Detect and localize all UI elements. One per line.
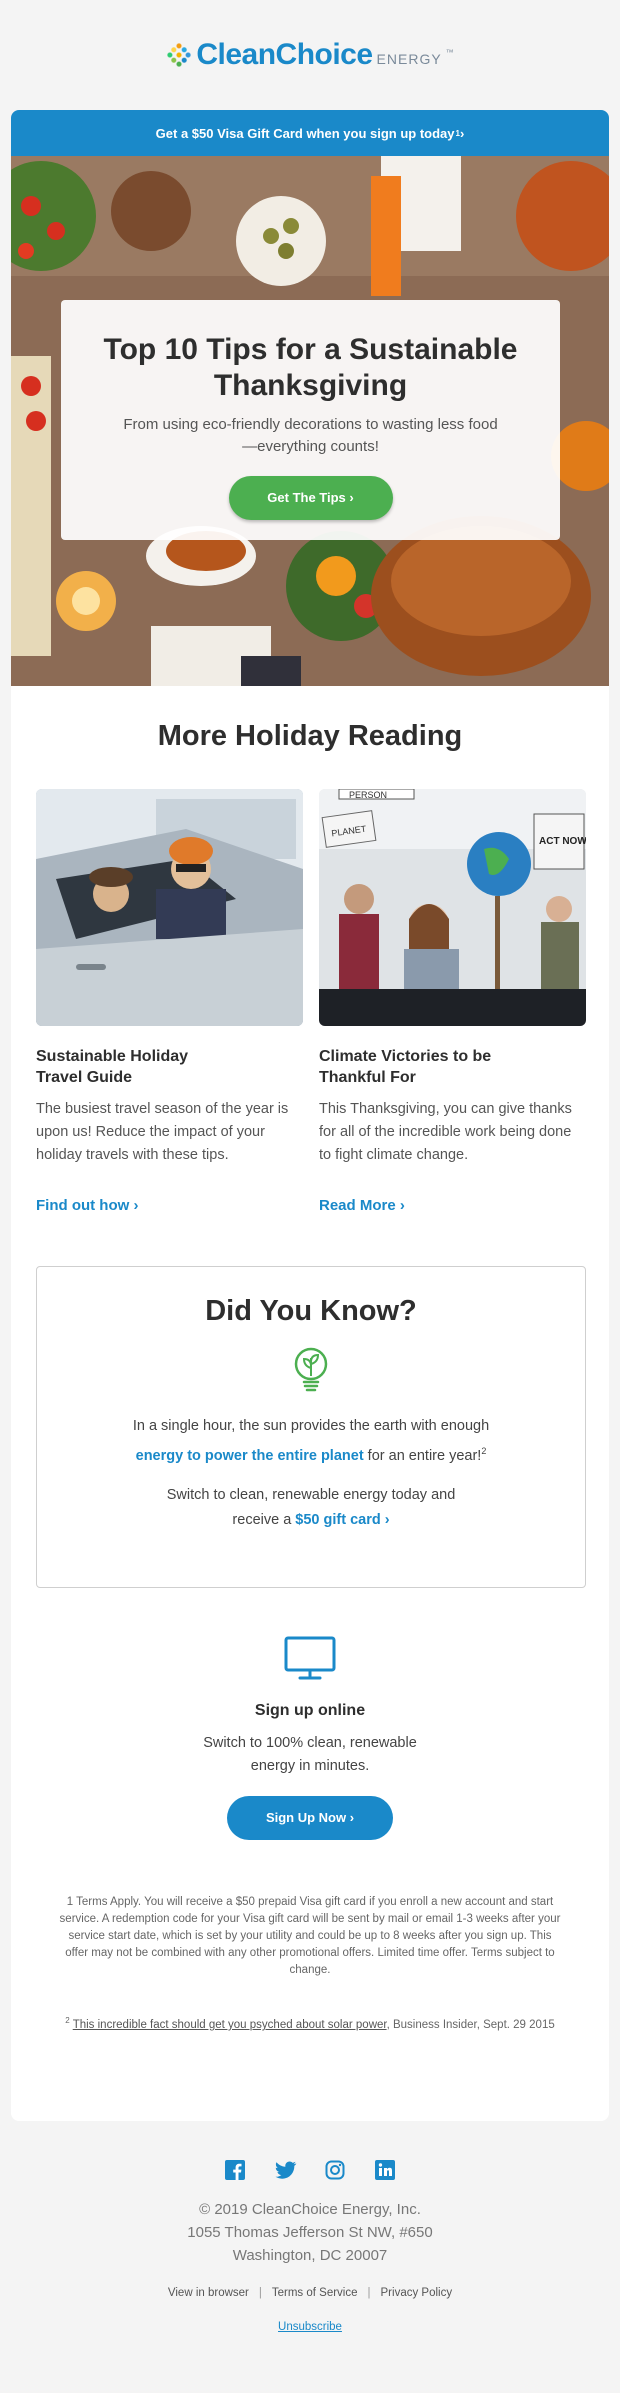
signup-title: Sign up online [254, 1702, 366, 1719]
hero-content-box: Top 10 Tips for a Sustainable Thanksgivi… [61, 300, 560, 540]
instagram-icon[interactable] [325, 2160, 345, 2180]
email-header: CleanChoice ENERGY ™ [0, 0, 620, 110]
unsubscribe-link[interactable]: Unsubscribe [0, 2321, 620, 2333]
address-line-2: Washington, DC 20007 [232, 2247, 388, 2264]
hero-title: Top 10 Tips for a Sustainable Thanksgivi… [103, 333, 518, 402]
privacy-policy-link[interactable]: Privacy Policy [381, 2287, 453, 2299]
copyright: © 2019 CleanChoice Energy, Inc. [199, 2201, 421, 2218]
content-card: More Holiday Reading Sustainable Holiday… [11, 686, 609, 2121]
did-you-know-title: Did You Know? [205, 1295, 417, 1327]
sign-act-now: ACT NOW [539, 836, 586, 847]
climate-article-text: This Thanksgiving, you can give thanks f… [319, 1101, 572, 1163]
climate-article-title[interactable]: Climate Victories to be Thankful For [319, 1046, 509, 1088]
footnote-2: 2 This incredible fact should get you ps… [56, 2012, 564, 2034]
footnote-2-source: , Business Insider, Sept. 29 2015 [386, 2018, 555, 2031]
climate-article-image[interactable]: PERSON PLANET ACT NOW [319, 789, 586, 1026]
fact-footnote: 2 [481, 1446, 487, 1456]
sign-up-now-button[interactable]: Sign Up Now › [227, 1796, 393, 1840]
monitor-icon [284, 1636, 336, 1680]
separator: | [367, 2287, 371, 2299]
did-you-know-box: Did You Know? In a single hour, the sun … [36, 1266, 586, 1588]
hero-subtitle: From using eco-friendly decorations to w… [123, 416, 498, 455]
get-tips-button[interactable]: Get The Tips › [228, 476, 393, 520]
article-climate: PERSON PLANET ACT NOW Climate Victories … [319, 789, 586, 1167]
social-links [0, 2160, 620, 2180]
more-reading-title: More Holiday Reading [157, 720, 463, 752]
hero-section: Top 10 Tips for a Sustainable Thanksgivi… [11, 156, 609, 686]
fact-highlight: energy to power the entire planet [135, 1447, 364, 1464]
business-insider-link[interactable]: This incredible fact should get you psyc… [73, 2019, 387, 2031]
fact-post: for an entire year! [363, 1447, 482, 1464]
logo-tm: ™ [445, 47, 454, 57]
footnote-2-number: 2 [65, 2016, 70, 2025]
banner-arrow: › [459, 125, 465, 141]
linkedin-icon[interactable] [375, 2160, 395, 2180]
read-more-link[interactable]: Read More › [319, 1197, 405, 1214]
gift-card-link[interactable]: $50 gift card › [295, 1512, 389, 1528]
cleanchoice-logo[interactable]: CleanChoice ENERGY ™ [166, 38, 454, 72]
address-line-1: 1055 Thomas Jefferson St NW, #650 [187, 2224, 433, 2241]
twitter-icon[interactable] [275, 2160, 297, 2180]
find-out-how-link[interactable]: Find out how › [36, 1197, 138, 1214]
view-in-browser-link[interactable]: View in browser [168, 2287, 249, 2299]
email-footer: © 2019 CleanChoice Energy, Inc. 1055 Tho… [0, 2160, 620, 2333]
travel-article-image[interactable] [36, 789, 303, 1026]
facebook-icon[interactable] [225, 2160, 245, 2180]
sun-dots-logo-icon [166, 42, 193, 68]
fact-pre: In a single hour, the sun provides the e… [132, 1418, 490, 1434]
footer-links: View in browser | Terms of Service | Privacy… [0, 2287, 620, 2299]
footnote-1: 1 Terms Apply. You will receive a $50 pr… [59, 1896, 561, 1976]
travel-article-text: The busiest travel season of the year is… [36, 1101, 289, 1163]
travel-article-title[interactable]: Sustainable Holiday Travel Guide [36, 1046, 226, 1088]
separator: | [258, 2287, 262, 2299]
logo-energy: ENERGY [376, 51, 442, 67]
article-travel: Sustainable Holiday Travel Guide The bus… [36, 789, 303, 1167]
lightbulb-icon [291, 1346, 331, 1394]
signup-section: Sign up online Switch to 100% clean, ren… [11, 1636, 609, 1840]
sign-person: PERSON [349, 790, 387, 800]
terms-of-service-link[interactable]: Terms of Service [272, 2287, 358, 2299]
gift-card-cta: Switch to clean, renewable energy today … [37, 1483, 585, 1533]
fact-text: In a single hour, the sun provides the e… [37, 1414, 585, 1469]
banner-text: Get a $50 Visa Gift Card when you sign u… [155, 125, 455, 141]
logo-wordmark: CleanChoice [196, 38, 373, 71]
gift-card-banner[interactable]: Get a $50 Visa Gift Card when you sign u… [11, 110, 609, 156]
signup-text: Switch to 100% clean, renewable energy i… [203, 1735, 417, 1774]
